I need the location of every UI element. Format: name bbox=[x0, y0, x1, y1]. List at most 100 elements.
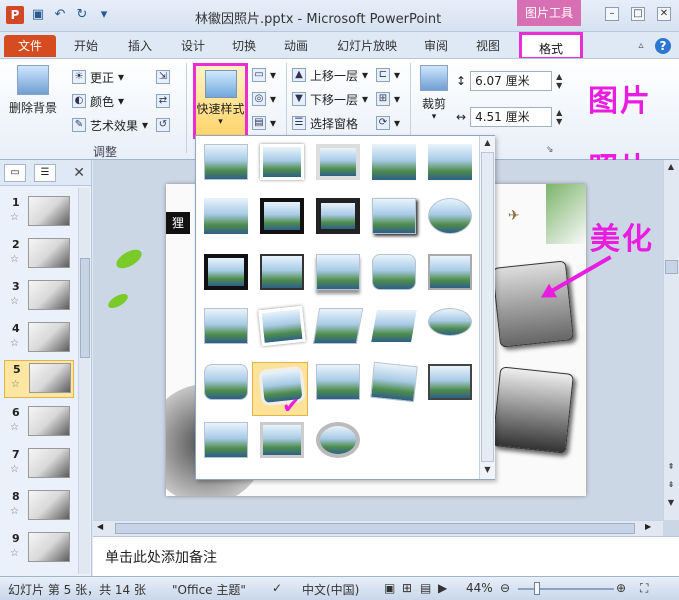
tab-format[interactable]: 格式 bbox=[519, 32, 583, 60]
width-input[interactable]: 4.51 厘米 bbox=[470, 107, 553, 127]
picture-style-option[interactable] bbox=[312, 308, 364, 344]
scroll-down-icon[interactable]: ▼ bbox=[480, 463, 495, 477]
fit-to-window-icon[interactable]: ⛶ bbox=[640, 581, 648, 596]
picture-style-option[interactable] bbox=[204, 364, 248, 400]
bring-forward-button[interactable]: ▲ 上移一层 ▾ bbox=[292, 65, 368, 85]
height-spinner-icon[interactable]: ▲ ▼ bbox=[556, 72, 562, 90]
save-icon[interactable]: ▣ bbox=[30, 6, 46, 24]
zoom-slider-knob[interactable] bbox=[534, 582, 540, 595]
picture-style-option[interactable] bbox=[204, 422, 248, 458]
minimize-ribbon-icon[interactable]: ▵ bbox=[633, 38, 649, 54]
scroll-thumb[interactable] bbox=[115, 523, 635, 534]
tab-slideshow[interactable]: 幻灯片放映 bbox=[330, 35, 404, 57]
gallery-scrollbar[interactable]: ▲ ▼ bbox=[479, 136, 495, 479]
crop-button[interactable]: 裁剪 ▾ bbox=[416, 65, 452, 122]
scroll-thumb[interactable] bbox=[665, 260, 678, 274]
customize-qat-icon[interactable]: ▾ bbox=[96, 6, 112, 24]
picture-style-option[interactable] bbox=[204, 198, 248, 234]
tab-design[interactable]: 设计 bbox=[170, 35, 216, 57]
slide-thumbnail[interactable]: 4 ☆ bbox=[4, 320, 74, 358]
picture-style-option[interactable] bbox=[260, 422, 304, 458]
slide-thumbnail[interactable]: 2 ☆ bbox=[4, 236, 74, 274]
slide-thumbnail[interactable]: 6 ☆ bbox=[4, 404, 74, 442]
prev-slide-icon[interactable]: ⇞ bbox=[664, 460, 678, 474]
reading-view-icon[interactable]: ▤ bbox=[420, 581, 431, 595]
redo-icon[interactable]: ↻ bbox=[74, 6, 90, 24]
picture-style-option[interactable] bbox=[370, 361, 418, 403]
panel-scrollbar[interactable] bbox=[78, 188, 90, 574]
close-panel-icon[interactable]: ✕ bbox=[73, 165, 85, 181]
portrait-photo-selected[interactable] bbox=[492, 260, 574, 348]
tab-home[interactable]: 开始 bbox=[62, 35, 110, 57]
slideshow-view-icon[interactable]: ▶ bbox=[438, 581, 447, 595]
outline-tab-icon[interactable]: ☰ bbox=[34, 163, 56, 182]
portrait-photo[interactable] bbox=[492, 366, 574, 454]
theme-name[interactable]: "Office 主题" bbox=[172, 581, 246, 598]
language-indicator[interactable]: 中文(中国) bbox=[302, 581, 359, 598]
normal-view-icon[interactable]: ▣ bbox=[384, 581, 395, 595]
picture-style-option[interactable] bbox=[258, 305, 306, 347]
picture-style-option[interactable] bbox=[428, 144, 472, 180]
picture-style-option[interactable] bbox=[260, 144, 304, 180]
slide-thumbnail[interactable]: 7 ☆ bbox=[4, 446, 74, 484]
picture-style-option[interactable] bbox=[316, 422, 360, 458]
undo-icon[interactable]: ↶ bbox=[52, 6, 68, 24]
editor-vertical-scrollbar[interactable]: ▲ ⇞ ⇟ ▼ bbox=[663, 160, 679, 520]
minimize-button[interactable]: – bbox=[605, 7, 619, 21]
tab-review[interactable]: 审阅 bbox=[414, 35, 458, 57]
picture-style-option[interactable] bbox=[204, 254, 248, 290]
scroll-thumb[interactable] bbox=[481, 152, 494, 462]
picture-style-option[interactable] bbox=[316, 198, 360, 234]
slide-thumbnail[interactable]: 1 ☆ bbox=[4, 194, 74, 232]
spelling-check-icon[interactable]: ✓ bbox=[272, 581, 282, 595]
scroll-thumb[interactable] bbox=[80, 258, 90, 358]
tab-animations[interactable]: 动画 bbox=[272, 35, 320, 57]
next-slide-icon[interactable]: ⇟ bbox=[664, 478, 678, 492]
picture-style-option[interactable] bbox=[204, 144, 248, 180]
change-picture-button[interactable]: ⇄ bbox=[156, 91, 170, 111]
compress-pictures-button[interactable]: ⇲ bbox=[156, 67, 170, 87]
picture-style-option[interactable] bbox=[260, 254, 304, 290]
picture-style-option[interactable] bbox=[368, 308, 420, 344]
tab-transitions[interactable]: 切换 bbox=[220, 35, 268, 57]
zoom-level[interactable]: 44% bbox=[466, 581, 493, 595]
group-button[interactable]: ⊞ ▾ bbox=[376, 89, 400, 109]
slide-sorter-icon[interactable]: ⊞ bbox=[402, 581, 412, 595]
tab-insert[interactable]: 插入 bbox=[114, 35, 166, 57]
tab-view[interactable]: 视图 bbox=[466, 35, 510, 57]
slide-thumbnail-selected[interactable]: 5 ☆ bbox=[4, 360, 74, 398]
picture-style-option[interactable] bbox=[372, 198, 416, 234]
picture-layout-button[interactable]: ▤ ▾ bbox=[252, 113, 276, 133]
picture-border-button[interactable]: ▭ ▾ bbox=[252, 65, 276, 85]
color-button[interactable]: ◐ 颜色 ▾ bbox=[72, 91, 124, 111]
scroll-up-icon[interactable]: ▲ bbox=[480, 136, 495, 150]
picture-effects-button[interactable]: ◎ ▾ bbox=[252, 89, 276, 109]
picture-style-option[interactable] bbox=[428, 364, 472, 400]
maximize-button[interactable]: □ bbox=[631, 7, 645, 21]
reset-picture-button[interactable]: ↺ bbox=[156, 115, 170, 135]
slide-thumbnail[interactable]: 8 ☆ bbox=[4, 488, 74, 526]
size-dialog-launcher-icon[interactable]: ⇘ bbox=[546, 145, 554, 155]
tab-file[interactable]: 文件 bbox=[4, 35, 56, 57]
rotate-button[interactable]: ⟳ ▾ bbox=[376, 113, 400, 133]
picture-style-option[interactable] bbox=[428, 254, 472, 290]
scroll-up-icon[interactable]: ▲ bbox=[664, 160, 678, 174]
corrections-button[interactable]: ☀ 更正 ▾ bbox=[72, 67, 124, 87]
picture-style-option[interactable] bbox=[428, 308, 472, 336]
zoom-out-icon[interactable]: ⊖ bbox=[500, 581, 510, 595]
scroll-left-icon[interactable]: ◀ bbox=[97, 522, 103, 531]
picture-style-option[interactable] bbox=[316, 144, 360, 180]
close-button[interactable]: ✕ bbox=[657, 7, 671, 21]
slide-thumbnail[interactable]: 3 ☆ bbox=[4, 278, 74, 316]
selection-pane-button[interactable]: ☰ 选择窗格 bbox=[292, 113, 358, 133]
picture-style-option[interactable] bbox=[316, 364, 360, 400]
picture-style-option[interactable] bbox=[260, 198, 304, 234]
artistic-effects-button[interactable]: ✎ 艺术效果 ▾ bbox=[72, 115, 148, 135]
width-spinner-icon[interactable]: ▲ ▼ bbox=[556, 108, 562, 126]
align-button[interactable]: ⊏ ▾ bbox=[376, 65, 400, 85]
picture-style-option[interactable] bbox=[428, 198, 472, 234]
quick-styles-button[interactable]: 快速样式 ▾ bbox=[193, 63, 248, 139]
scroll-down-icon[interactable]: ▼ bbox=[664, 496, 678, 510]
remove-background-button[interactable]: 删除背景 bbox=[6, 65, 60, 116]
slide-thumbnail[interactable]: 9 ☆ bbox=[4, 530, 74, 568]
